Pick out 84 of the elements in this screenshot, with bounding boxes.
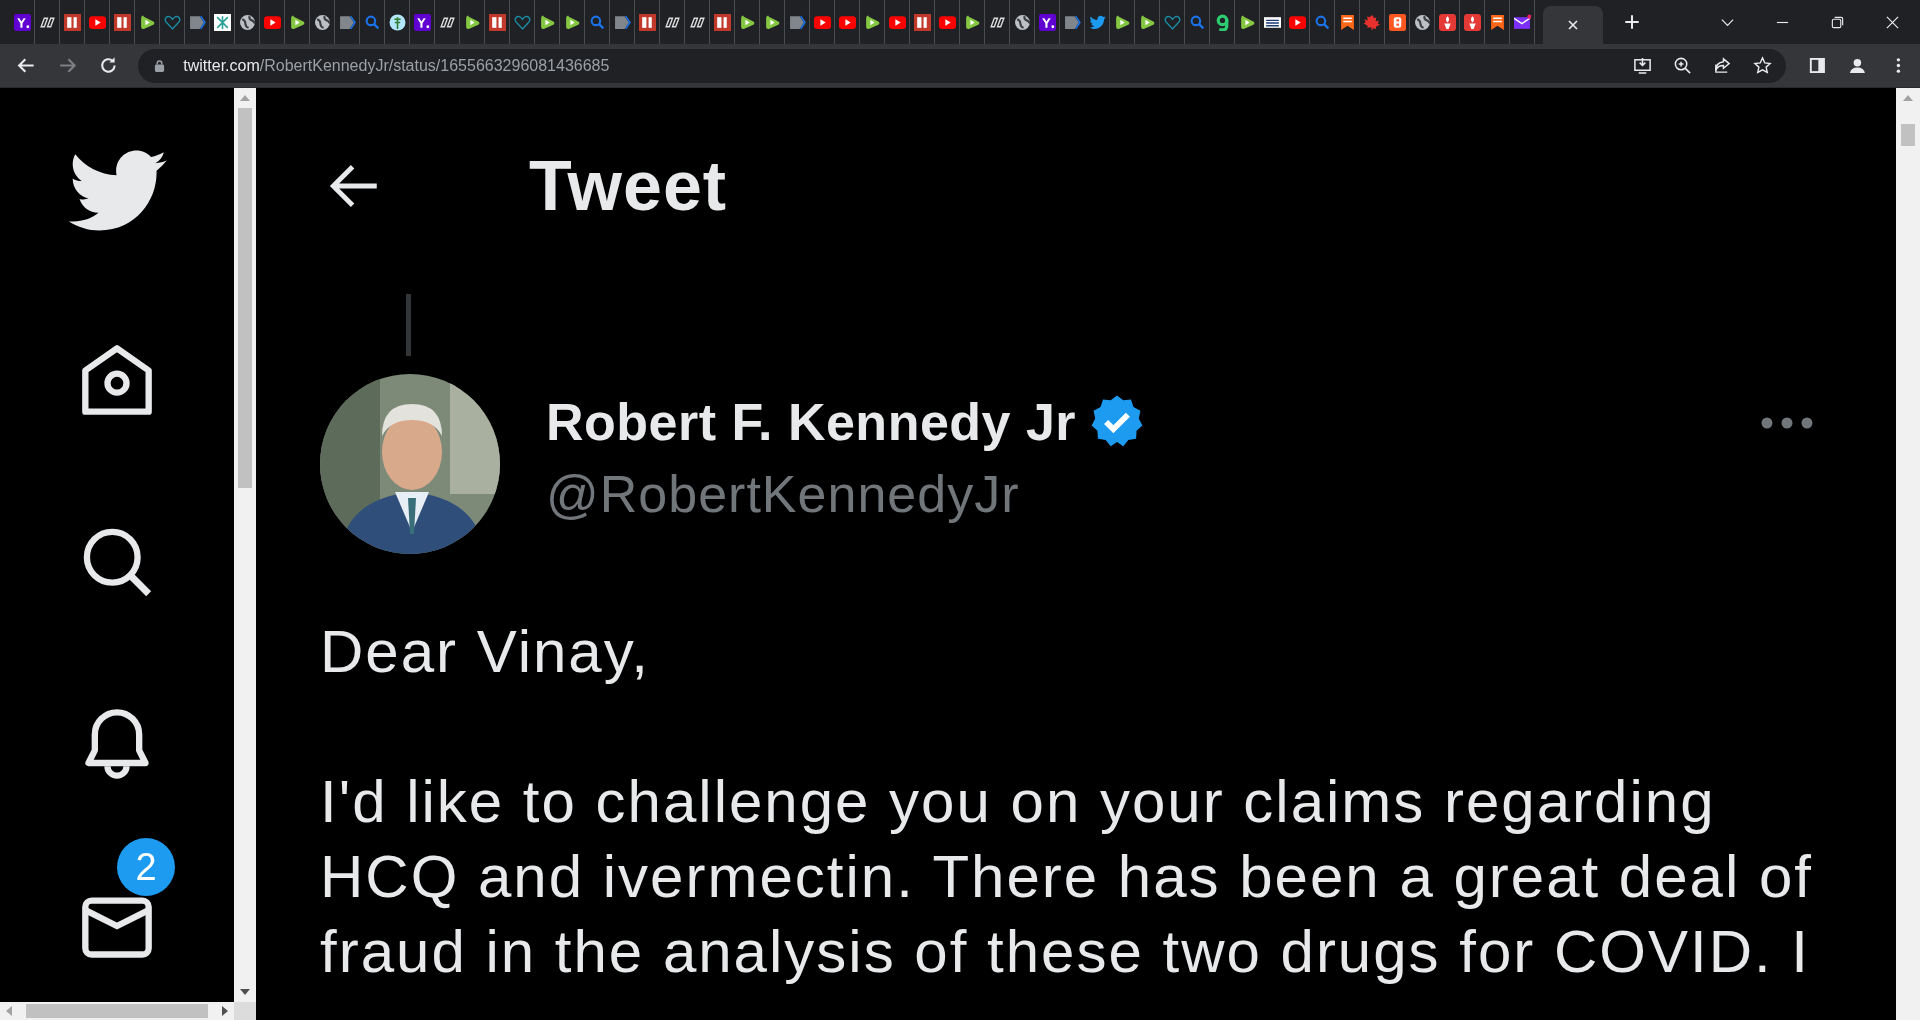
scrollbar-corner xyxy=(234,1002,256,1020)
play-icon xyxy=(563,13,581,31)
globe-icon xyxy=(1013,13,1031,31)
address-bar[interactable]: twitter.com/RobertKennedyJr/status/1655663296081436685 xyxy=(138,48,1786,83)
play-icon xyxy=(1288,13,1306,31)
tweet-text: I'd like to challenge you on your claims regarding HCQ and ivermectin. There has been a great deal of fraud in the analysis of these two drugs for COVID. I xyxy=(320,767,1814,987)
bars-icon xyxy=(713,13,731,31)
scrollbar[interactable] xyxy=(234,88,256,1002)
play-icon xyxy=(288,13,306,31)
heart-icon xyxy=(1163,13,1181,31)
scrollbar[interactable] xyxy=(0,1002,234,1020)
bird-icon xyxy=(1088,13,1106,31)
play-icon xyxy=(88,13,106,31)
play-icon xyxy=(463,13,481,31)
share-icon[interactable] xyxy=(1712,56,1732,75)
search-icon xyxy=(588,13,606,31)
bookmark-icon xyxy=(1338,13,1356,31)
zoom-icon[interactable] xyxy=(1672,56,1692,75)
bars-icon xyxy=(488,13,506,31)
close-icon[interactable] xyxy=(1567,19,1579,31)
globe-icon xyxy=(313,13,331,31)
maple-leaf-icon xyxy=(1363,13,1381,31)
scrollbar-thumb[interactable] xyxy=(1901,124,1915,146)
block-logo-icon xyxy=(1388,13,1406,31)
install-icon[interactable] xyxy=(1632,56,1652,75)
torch-icon xyxy=(1438,13,1456,31)
grid-icon xyxy=(213,13,231,31)
play-icon xyxy=(963,13,981,31)
play-icon xyxy=(838,13,856,31)
play-icon xyxy=(1138,13,1156,31)
restore-icon[interactable] xyxy=(1830,14,1845,30)
profile-icon[interactable] xyxy=(1848,56,1868,75)
bars-icon xyxy=(63,13,81,31)
torch-icon xyxy=(1463,13,1481,31)
play-icon xyxy=(888,13,906,31)
heart-icon xyxy=(163,13,181,31)
play-icon xyxy=(938,13,956,31)
url-text: twitter.com/RobertKennedyJr/status/1655663296081436685 xyxy=(183,56,610,75)
close-icon[interactable] xyxy=(1885,14,1900,30)
search-icon xyxy=(1313,13,1331,31)
notification-badge: 2 xyxy=(117,838,175,896)
app-logo-icon xyxy=(413,13,431,31)
tweet-text: Dear Vinay, xyxy=(320,617,651,687)
play-icon xyxy=(1113,13,1131,31)
play-icon xyxy=(1238,13,1256,31)
new-tab-icon[interactable] xyxy=(1623,13,1641,31)
bookmark-icon xyxy=(1488,13,1506,31)
globe-icon xyxy=(1413,13,1431,31)
tag-icon xyxy=(613,13,631,31)
user-name[interactable]: Robert F. Kennedy Jr xyxy=(546,392,1077,452)
scroll-down-icon[interactable] xyxy=(240,989,250,995)
envelope-icon xyxy=(1513,13,1531,31)
tag-icon xyxy=(338,13,356,31)
heart-icon xyxy=(513,13,531,31)
page-title: Tweet xyxy=(529,146,728,226)
play-icon xyxy=(538,13,556,31)
scroll-right-icon[interactable] xyxy=(222,1006,228,1016)
lock-icon xyxy=(154,59,166,72)
tag-icon xyxy=(788,13,806,31)
play-icon xyxy=(263,13,281,31)
user-handle[interactable]: @RobertKennedyJr xyxy=(546,464,1147,524)
play-icon xyxy=(738,13,756,31)
side-panel-icon[interactable] xyxy=(1807,56,1827,75)
scrollbar[interactable] xyxy=(1896,88,1920,1020)
tag-icon xyxy=(1063,13,1081,31)
bars-icon xyxy=(913,13,931,31)
scrollbar-thumb[interactable] xyxy=(238,108,252,488)
play-icon xyxy=(138,13,156,31)
play-icon xyxy=(813,13,831,31)
home-icon[interactable] xyxy=(79,342,155,418)
play-icon xyxy=(863,13,881,31)
app-logo-icon xyxy=(13,13,31,31)
scrollbar-thumb[interactable] xyxy=(26,1004,208,1018)
star-icon[interactable] xyxy=(1752,56,1772,75)
tree-icon xyxy=(388,13,406,31)
more-icon[interactable] xyxy=(1760,416,1814,430)
globe-icon xyxy=(238,13,256,31)
play-icon xyxy=(763,13,781,31)
bars-icon xyxy=(113,13,131,31)
bars-icon xyxy=(638,13,656,31)
tag-icon xyxy=(188,13,206,31)
app-logo-icon xyxy=(1038,13,1056,31)
search-icon xyxy=(363,13,381,31)
search-icon xyxy=(1188,13,1206,31)
